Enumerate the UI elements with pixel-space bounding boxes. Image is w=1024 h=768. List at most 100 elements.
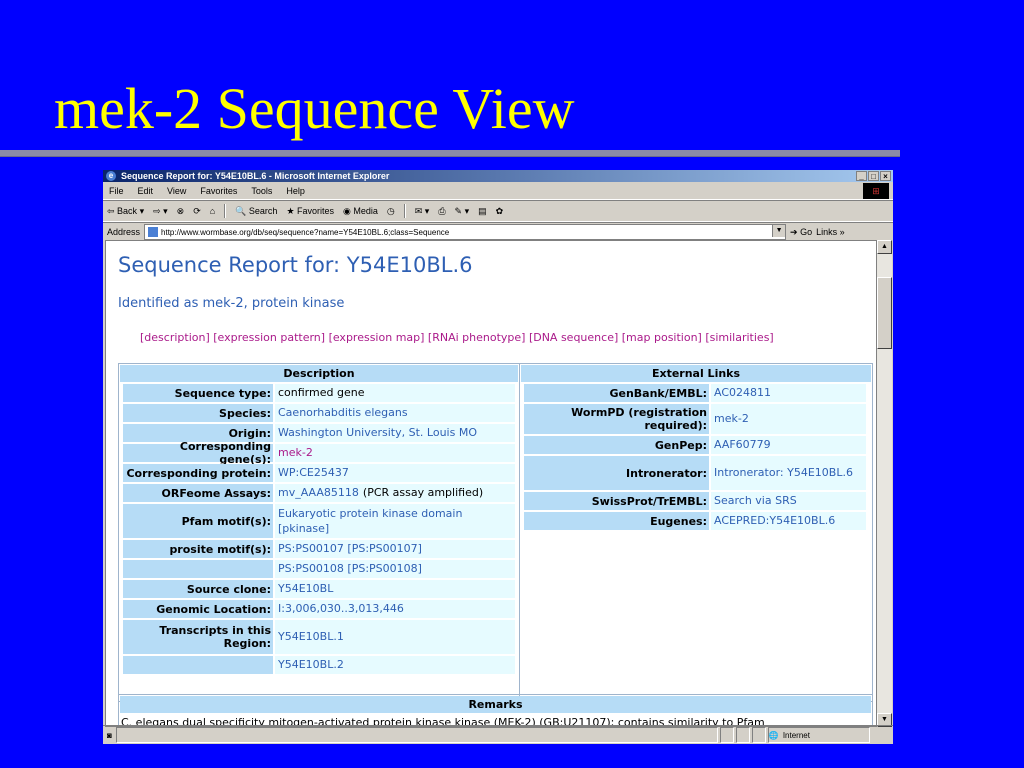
description-value-text[interactable]: mv_AAA85118 xyxy=(278,485,359,500)
window-titlebar[interactable]: e Sequence Report for: Y54E10BL.6 - Micr… xyxy=(103,170,893,182)
description-label: Source clone: xyxy=(123,580,273,598)
menu-edit[interactable]: Edit xyxy=(138,186,154,196)
external-link-row: GenBank/EMBL: AC024811 xyxy=(524,384,870,402)
history-icon[interactable]: ◷ xyxy=(387,206,395,217)
menu-tools[interactable]: Tools xyxy=(251,186,272,196)
scroll-thumb[interactable] xyxy=(877,277,892,349)
scroll-up-icon[interactable]: ▲ xyxy=(877,240,892,254)
page-viewport: Sequence Report for: Y54E10BL.6 Identifi… xyxy=(105,240,877,727)
external-link-value[interactable]: ACEPRED:Y54E10BL.6 xyxy=(711,512,866,530)
print-icon[interactable]: ⎙ xyxy=(438,206,445,217)
remarks-section: Remarks C. elegans dual specificity mito… xyxy=(118,694,873,726)
edit-icon[interactable]: ✎ ▾ xyxy=(455,206,470,217)
status-cell xyxy=(751,727,766,743)
address-dropdown-icon[interactable]: ▼ xyxy=(772,225,786,237)
description-value[interactable]: Washington University, St. Louis MO xyxy=(275,424,515,442)
menu-help[interactable]: Help xyxy=(286,186,305,196)
toolbar-separator xyxy=(403,204,406,218)
vertical-scrollbar[interactable]: ▲ ▼ xyxy=(877,240,892,727)
menu-file[interactable]: File xyxy=(109,186,124,196)
description-value[interactable]: WP:CE25437 xyxy=(275,464,515,482)
links-button[interactable]: Links » xyxy=(816,227,845,237)
description-value[interactable]: Caenorhabditis elegans xyxy=(275,404,515,422)
external-link-row: WormPD (registration required): mek-2 xyxy=(524,404,870,434)
address-input[interactable]: http://www.wormbase.org/db/seq/sequence?… xyxy=(144,224,787,240)
maximize-icon[interactable]: □ xyxy=(868,171,879,181)
search-button[interactable]: 🔍 Search xyxy=(235,206,277,217)
description-value-text[interactable]: PS:PS00107 [PS:PS00107] xyxy=(278,541,422,556)
description-value-text[interactable]: Y54E10BL.1 xyxy=(278,629,344,644)
toolbar: ⇦ Back ▾ ⇨ ▾ ⊗ ⟳ ⌂ 🔍 Search ★ Favorites … xyxy=(103,200,893,222)
description-value-text: confirmed gene xyxy=(278,386,365,400)
media-button[interactable]: ◉ Media xyxy=(343,206,378,217)
description-row: Species: Caenorhabditis elegans xyxy=(123,404,517,422)
page-icon xyxy=(148,227,159,237)
slide-title: mek-2 Sequence View xyxy=(54,76,575,141)
description-value[interactable]: I:3,006,030..3,013,446 xyxy=(275,600,515,618)
description-value[interactable]: Y54E10BL.2 xyxy=(275,656,515,674)
description-row: Y54E10BL.2 xyxy=(123,656,517,674)
mail-icon[interactable]: ✉ ▾ xyxy=(415,206,430,217)
description-value-text[interactable]: WP:CE25437 xyxy=(278,465,349,480)
description-label: Corresponding gene(s): xyxy=(123,440,273,466)
description-row: prosite motif(s): PS:PS00107 [PS:PS00107] xyxy=(123,540,517,558)
description-row: PS:PS00108 [PS:PS00108] xyxy=(123,560,517,578)
description-row: Genomic Location: I:3,006,030..3,013,446 xyxy=(123,600,517,618)
description-value[interactable]: mv_AAA85118 (PCR assay amplified) xyxy=(275,484,515,502)
go-button[interactable]: ➔ Go xyxy=(790,227,812,238)
external-link-value[interactable]: AAF60779 xyxy=(711,436,866,454)
external-link-label: SwissProt/TrEMBL: xyxy=(524,492,709,510)
external-link-row: SwissProt/TrEMBL: Search via SRS xyxy=(524,492,870,510)
description-value-text[interactable]: PS:PS00108 [PS:PS00108] xyxy=(278,561,422,576)
external-link-label: GenBank/EMBL: xyxy=(524,384,709,402)
external-link-value[interactable]: mek-2 xyxy=(711,404,866,434)
toolbar-separator xyxy=(224,204,227,218)
description-value-note: (PCR assay amplified) xyxy=(362,486,484,500)
description-label xyxy=(123,656,273,674)
description-value-text[interactable]: I:3,006,030..3,013,446 xyxy=(278,601,404,616)
external-link-label: Intronerator: xyxy=(524,456,709,490)
close-icon[interactable]: × xyxy=(880,171,891,181)
description-value-text[interactable]: Y54E10BL xyxy=(278,581,333,596)
external-links-header: External Links xyxy=(521,365,871,382)
description-value[interactable]: mek-2 xyxy=(275,444,515,462)
description-value-text[interactable]: Y54E10BL.2 xyxy=(278,657,344,672)
description-value-text[interactable]: Caenorhabditis elegans xyxy=(278,405,408,420)
home-icon[interactable]: ⌂ xyxy=(210,206,215,216)
description-value[interactable]: Y54E10BL xyxy=(275,580,515,598)
description-value[interactable]: Eukaryotic protein kinase domain [pkinas… xyxy=(275,504,515,538)
zone-indicator: 🌐 Internet xyxy=(767,727,870,743)
description-value[interactable]: PS:PS00107 [PS:PS00107] xyxy=(275,540,515,558)
address-url: http://www.wormbase.org/db/seq/sequence?… xyxy=(161,227,450,237)
description-label: Sequence type: xyxy=(123,384,273,402)
description-value[interactable]: PS:PS00108 [PS:PS00108] xyxy=(275,560,515,578)
back-button[interactable]: ⇦ Back ▾ xyxy=(107,206,144,217)
menu-favorites[interactable]: Favorites xyxy=(200,186,237,196)
description-label: prosite motif(s): xyxy=(123,540,273,558)
address-label: Address xyxy=(107,227,141,237)
messenger-icon[interactable]: ✿ xyxy=(496,206,504,217)
external-link-label: WormPD (registration required): xyxy=(524,404,709,434)
description-row: ORFeome Assays: mv_AAA85118 (PCR assay amp… xyxy=(123,484,517,502)
favorites-button[interactable]: ★ Favorites xyxy=(286,206,334,217)
remarks-header: Remarks xyxy=(120,696,871,713)
description-value-text[interactable]: mek-2 xyxy=(278,445,313,460)
refresh-icon[interactable]: ⟳ xyxy=(193,206,201,217)
report-subtitle: Identified as mek-2, protein kinase xyxy=(118,296,345,311)
discuss-icon[interactable]: ▤ xyxy=(478,206,487,217)
minimize-icon[interactable]: _ xyxy=(856,171,867,181)
external-link-value[interactable]: Intronerator: Y54E10BL.6 xyxy=(711,456,866,490)
description-value-text[interactable]: Washington University, St. Louis MO xyxy=(278,425,477,440)
external-links-table: External Links GenBank/EMBL: AC024811 Worm… xyxy=(519,363,873,702)
external-link-value[interactable]: Search via SRS xyxy=(711,492,866,510)
section-nav-links[interactable]: [description] [expression pattern] [expr… xyxy=(140,331,774,344)
forward-button[interactable]: ⇨ ▾ xyxy=(153,206,168,217)
description-value[interactable]: Y54E10BL.1 xyxy=(275,620,515,654)
menu-view[interactable]: View xyxy=(167,186,186,196)
description-row: Sequence type: confirmed gene xyxy=(123,384,517,402)
description-value-text[interactable]: Eukaryotic protein kinase domain [pkinas… xyxy=(278,506,512,537)
stop-icon[interactable]: ⊗ xyxy=(177,206,185,217)
external-link-value[interactable]: AC024811 xyxy=(711,384,866,402)
external-link-row: GenPep: AAF60779 xyxy=(524,436,870,454)
description-row: Source clone: Y54E10BL xyxy=(123,580,517,598)
